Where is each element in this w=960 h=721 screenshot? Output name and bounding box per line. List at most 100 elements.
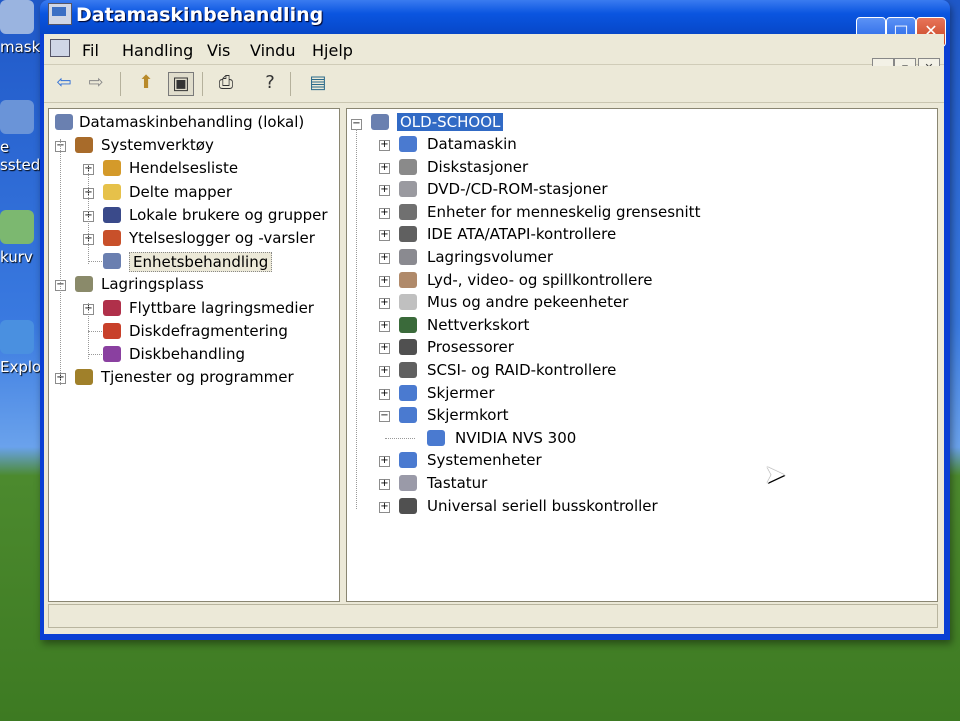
ide-controller-icon — [399, 226, 417, 243]
system-tools-icon — [75, 137, 93, 154]
tree-connector — [88, 261, 102, 263]
disk-management-icon — [103, 346, 121, 362]
device-category-label: DVD-/CD-ROM-stasjoner — [427, 180, 608, 199]
tree-connector — [88, 303, 89, 359]
event-viewer-icon — [103, 160, 121, 177]
display-adapter-icon — [399, 407, 417, 424]
device-category-label: Tastatur — [427, 474, 488, 492]
shared-folders-icon — [103, 183, 121, 200]
device-category-label: Nettverkskort — [427, 315, 530, 334]
menu-hjelp[interactable]: Hjelp — [312, 41, 353, 60]
device-category-label: Diskstasjoner — [427, 157, 529, 176]
help-icon[interactable]: ? — [258, 72, 282, 94]
expand-icon[interactable]: + — [379, 479, 390, 490]
disk-drive-icon — [399, 158, 417, 175]
local-users-icon — [103, 206, 121, 223]
forward-arrow-icon[interactable]: ⇨ — [84, 72, 108, 94]
hid-icon — [399, 203, 417, 220]
menu-handling[interactable]: Handling — [122, 41, 193, 60]
menu-vis[interactable]: Vis — [207, 41, 230, 60]
tree-item-label: Flyttbare lagringsmedier — [129, 298, 314, 317]
mdi-system-menu-icon[interactable] — [50, 39, 70, 57]
device-category-label: Systemenheter — [427, 451, 542, 470]
network-adapter-icon — [399, 316, 417, 333]
expand-icon[interactable]: + — [379, 230, 390, 242]
expand-icon[interactable]: + — [379, 140, 390, 151]
expand-icon[interactable]: + — [379, 162, 390, 174]
properties-icon[interactable]: ▤ — [306, 72, 330, 94]
recycle-bin-icon — [0, 210, 34, 244]
menu-fil[interactable]: Fil — [82, 41, 99, 60]
disk-defrag-icon — [103, 322, 121, 339]
back-arrow-icon[interactable]: ⇦ — [52, 72, 76, 94]
tree-item-label: Delte mapper — [129, 182, 233, 201]
processor-icon — [399, 339, 417, 356]
window-title: Datamaskinbehandling — [76, 4, 324, 26]
removable-storage-icon — [103, 299, 121, 316]
tree-connector — [88, 354, 102, 355]
display-adapter-icon — [427, 429, 445, 446]
expand-icon[interactable]: + — [379, 366, 390, 377]
device-category-label: Datamaskin — [427, 135, 517, 153]
status-bar — [48, 604, 938, 628]
computer-icon — [371, 114, 389, 130]
sound-video-icon — [399, 271, 417, 288]
tree-root-label: Datamaskinbehandling (lokal) — [79, 113, 305, 131]
system-devices-icon — [399, 452, 417, 469]
show-hide-tree-icon[interactable]: ▣ — [168, 72, 194, 96]
device-category-label: Mus og andre pekeenheter — [427, 293, 629, 312]
tree-item-label: Hendelsesliste — [129, 159, 239, 178]
tree-connector — [88, 164, 89, 264]
tree-item-label: Systemverktøy — [101, 136, 214, 155]
expand-icon[interactable]: + — [379, 501, 390, 513]
device-category-label: SCSI- og RAID-kontrollere — [427, 361, 617, 379]
device-category-label: IDE ATA/ATAPI-kontrollere — [427, 225, 617, 244]
storage-volume-icon — [399, 249, 417, 265]
expand-icon[interactable]: + — [379, 185, 390, 197]
expand-icon[interactable]: + — [379, 320, 390, 332]
menu-vindu[interactable]: Vindu — [250, 41, 295, 60]
mouse-icon — [399, 294, 417, 311]
device-category-label: Lagringsvolumer — [427, 248, 553, 266]
performance-logs-icon — [103, 230, 121, 246]
tree-connector — [356, 129, 357, 509]
device-category-label: Prosessorer — [427, 338, 514, 357]
expand-icon[interactable]: + — [379, 456, 390, 468]
tree-item-label: Diskbehandling — [129, 345, 246, 363]
menu-bar: Fil Handling Vis Vindu Hjelp — [44, 34, 944, 65]
collapse-icon[interactable]: − — [379, 411, 390, 423]
monitor-icon — [399, 384, 417, 401]
tree-item-label: Tjenester og programmer — [101, 368, 294, 387]
expand-icon[interactable]: + — [379, 207, 390, 219]
computer-management-icon — [48, 3, 72, 25]
device-category-label: NVIDIA NVS 300 — [455, 428, 577, 447]
storage-icon — [75, 276, 93, 293]
tree-item-label: Lokale brukere og grupper — [129, 205, 328, 224]
expand-icon[interactable]: + — [379, 275, 390, 287]
device-tree-root-label: OLD-SCHOOL — [397, 113, 504, 131]
my-computer-icon — [0, 0, 34, 34]
tree-item-label: Enhetsbehandling — [129, 252, 273, 273]
expand-icon[interactable]: + — [379, 253, 390, 264]
up-folder-icon[interactable]: ⬆ — [134, 72, 158, 94]
expand-icon[interactable]: + — [379, 298, 390, 310]
computer-management-window: Datamaskinbehandling _ □ ✕ Fil Handling … — [40, 0, 950, 640]
expand-icon[interactable]: + — [379, 343, 390, 355]
toolbar-separator — [202, 72, 203, 96]
tree-connector — [385, 437, 415, 439]
services-applications-icon — [75, 369, 93, 386]
expand-icon[interactable]: + — [379, 388, 390, 400]
device-category-label: Skjermer — [427, 383, 495, 402]
toolbar: ⇦ ⇨ ⬆ ▣ ⎙ ? ▤ — [44, 66, 944, 103]
title-bar[interactable]: Datamaskinbehandling _ □ ✕ — [40, 0, 950, 47]
cd-drive-icon — [399, 181, 417, 198]
print-icon[interactable]: ⎙ — [214, 72, 238, 94]
toolbar-separator — [290, 72, 291, 96]
computer-management-icon — [55, 114, 73, 130]
tree-connector — [60, 139, 61, 385]
usb-icon — [399, 497, 417, 514]
tree-item-label: Lagringsplass — [101, 275, 204, 294]
tree-connector — [88, 330, 102, 332]
device-manager-icon — [103, 253, 121, 270]
computer-icon — [399, 136, 417, 152]
